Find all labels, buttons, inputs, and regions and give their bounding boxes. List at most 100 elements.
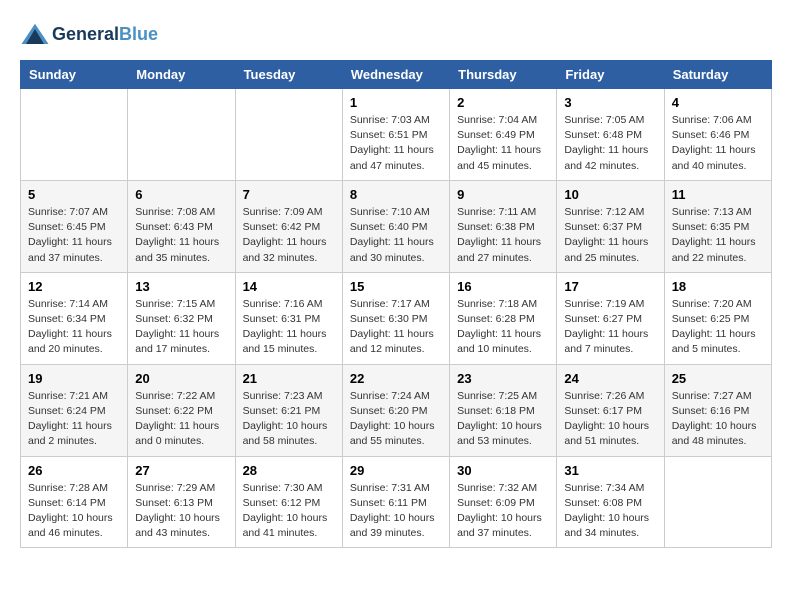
- weekday-header-saturday: Saturday: [664, 61, 771, 89]
- calendar-cell: 15 Sunrise: 7:17 AM Sunset: 6:30 PM Dayli…: [342, 272, 449, 364]
- day-info: Sunrise: 7:31 AM Sunset: 6:11 PM Dayligh…: [350, 481, 442, 542]
- calendar-cell: 14 Sunrise: 7:16 AM Sunset: 6:31 PM Dayli…: [235, 272, 342, 364]
- calendar-cell: 26Sunrise: 7:28 AM Sunset: 6:14 PM Dayli…: [21, 456, 128, 548]
- calendar-cell: [664, 456, 771, 548]
- day-info: Sunrise: 7:29 AM Sunset: 6:13 PM Dayligh…: [135, 481, 227, 542]
- day-number: 25: [672, 371, 764, 386]
- calendar-week-row: 5 Sunrise: 7:07 AM Sunset: 6:45 PM Daylig…: [21, 180, 772, 272]
- calendar-cell: 12 Sunrise: 7:14 AM Sunset: 6:34 PM Dayli…: [21, 272, 128, 364]
- calendar-cell: 21 Sunrise: 7:23 AM Sunset: 6:21 PM Dayli…: [235, 364, 342, 456]
- calendar-cell: 11 Sunrise: 7:13 AM Sunset: 6:35 PM Dayli…: [664, 180, 771, 272]
- calendar-cell: [21, 89, 128, 181]
- calendar-cell: 10 Sunrise: 7:12 AM Sunset: 6:37 PM Dayli…: [557, 180, 664, 272]
- day-number: 14: [243, 279, 335, 294]
- day-info: Sunrise: 7:23 AM Sunset: 6:21 PM Dayligh…: [243, 389, 335, 450]
- calendar-week-row: 26Sunrise: 7:28 AM Sunset: 6:14 PM Dayli…: [21, 456, 772, 548]
- calendar-cell: 2 Sunrise: 7:04 AM Sunset: 6:49 PM Daylig…: [450, 89, 557, 181]
- weekday-header-row: SundayMondayTuesdayWednesdayThursdayFrid…: [21, 61, 772, 89]
- calendar-cell: 9Sunrise: 7:11 AM Sunset: 6:38 PM Daylig…: [450, 180, 557, 272]
- day-number: 30: [457, 463, 549, 478]
- day-info: Sunrise: 7:16 AM Sunset: 6:31 PM Dayligh…: [243, 297, 335, 358]
- calendar-week-row: 1 Sunrise: 7:03 AM Sunset: 6:51 PM Daylig…: [21, 89, 772, 181]
- day-number: 27: [135, 463, 227, 478]
- calendar-week-row: 12 Sunrise: 7:14 AM Sunset: 6:34 PM Dayli…: [21, 272, 772, 364]
- day-number: 18: [672, 279, 764, 294]
- calendar-cell: 16 Sunrise: 7:18 AM Sunset: 6:28 PM Dayli…: [450, 272, 557, 364]
- day-info: Sunrise: 7:06 AM Sunset: 6:46 PM Dayligh…: [672, 113, 764, 174]
- day-number: 10: [564, 187, 656, 202]
- weekday-header-wednesday: Wednesday: [342, 61, 449, 89]
- day-number: 17: [564, 279, 656, 294]
- day-info: Sunrise: 7:34 AM Sunset: 6:08 PM Dayligh…: [564, 481, 656, 542]
- calendar-cell: 22Sunrise: 7:24 AM Sunset: 6:20 PM Dayli…: [342, 364, 449, 456]
- day-number: 20: [135, 371, 227, 386]
- day-info: Sunrise: 7:25 AM Sunset: 6:18 PM Dayligh…: [457, 389, 549, 450]
- calendar-cell: 3 Sunrise: 7:05 AM Sunset: 6:48 PM Daylig…: [557, 89, 664, 181]
- day-info: Sunrise: 7:10 AM Sunset: 6:40 PM Dayligh…: [350, 205, 442, 266]
- day-number: 28: [243, 463, 335, 478]
- day-number: 15: [350, 279, 442, 294]
- calendar-cell: 18Sunrise: 7:20 AM Sunset: 6:25 PM Dayli…: [664, 272, 771, 364]
- calendar-cell: 8 Sunrise: 7:10 AM Sunset: 6:40 PM Daylig…: [342, 180, 449, 272]
- weekday-header-sunday: Sunday: [21, 61, 128, 89]
- calendar-cell: [235, 89, 342, 181]
- day-number: 29: [350, 463, 442, 478]
- weekday-header-tuesday: Tuesday: [235, 61, 342, 89]
- day-info: Sunrise: 7:04 AM Sunset: 6:49 PM Dayligh…: [457, 113, 549, 174]
- day-info: Sunrise: 7:19 AM Sunset: 6:27 PM Dayligh…: [564, 297, 656, 358]
- day-number: 4: [672, 95, 764, 110]
- calendar-cell: 13 Sunrise: 7:15 AM Sunset: 6:32 PM Dayli…: [128, 272, 235, 364]
- calendar-cell: 27 Sunrise: 7:29 AM Sunset: 6:13 PM Dayli…: [128, 456, 235, 548]
- weekday-header-monday: Monday: [128, 61, 235, 89]
- calendar-cell: 20Sunrise: 7:22 AM Sunset: 6:22 PM Dayli…: [128, 364, 235, 456]
- day-info: Sunrise: 7:28 AM Sunset: 6:14 PM Dayligh…: [28, 481, 120, 542]
- page-header: GeneralBlue: [20, 20, 772, 50]
- calendar-table: SundayMondayTuesdayWednesdayThursdayFrid…: [20, 60, 772, 548]
- day-info: Sunrise: 7:12 AM Sunset: 6:37 PM Dayligh…: [564, 205, 656, 266]
- calendar-cell: 24Sunrise: 7:26 AM Sunset: 6:17 PM Dayli…: [557, 364, 664, 456]
- day-info: Sunrise: 7:03 AM Sunset: 6:51 PM Dayligh…: [350, 113, 442, 174]
- calendar-week-row: 19 Sunrise: 7:21 AM Sunset: 6:24 PM Dayli…: [21, 364, 772, 456]
- day-info: Sunrise: 7:21 AM Sunset: 6:24 PM Dayligh…: [28, 389, 120, 450]
- day-number: 12: [28, 279, 120, 294]
- day-info: Sunrise: 7:17 AM Sunset: 6:30 PM Dayligh…: [350, 297, 442, 358]
- day-info: Sunrise: 7:05 AM Sunset: 6:48 PM Dayligh…: [564, 113, 656, 174]
- calendar-cell: 4 Sunrise: 7:06 AM Sunset: 6:46 PM Daylig…: [664, 89, 771, 181]
- day-info: Sunrise: 7:18 AM Sunset: 6:28 PM Dayligh…: [457, 297, 549, 358]
- calendar-cell: 28 Sunrise: 7:30 AM Sunset: 6:12 PM Dayli…: [235, 456, 342, 548]
- calendar-cell: 23 Sunrise: 7:25 AM Sunset: 6:18 PM Dayli…: [450, 364, 557, 456]
- calendar-cell: 29 Sunrise: 7:31 AM Sunset: 6:11 PM Dayli…: [342, 456, 449, 548]
- day-number: 5: [28, 187, 120, 202]
- calendar-cell: 17 Sunrise: 7:19 AM Sunset: 6:27 PM Dayli…: [557, 272, 664, 364]
- day-number: 3: [564, 95, 656, 110]
- day-number: 19: [28, 371, 120, 386]
- day-number: 16: [457, 279, 549, 294]
- day-info: Sunrise: 7:15 AM Sunset: 6:32 PM Dayligh…: [135, 297, 227, 358]
- calendar-cell: [128, 89, 235, 181]
- day-number: 13: [135, 279, 227, 294]
- calendar-cell: 25 Sunrise: 7:27 AM Sunset: 6:16 PM Dayli…: [664, 364, 771, 456]
- day-info: Sunrise: 7:09 AM Sunset: 6:42 PM Dayligh…: [243, 205, 335, 266]
- day-number: 1: [350, 95, 442, 110]
- day-info: Sunrise: 7:07 AM Sunset: 6:45 PM Dayligh…: [28, 205, 120, 266]
- day-info: Sunrise: 7:14 AM Sunset: 6:34 PM Dayligh…: [28, 297, 120, 358]
- calendar-cell: 5 Sunrise: 7:07 AM Sunset: 6:45 PM Daylig…: [21, 180, 128, 272]
- weekday-header-thursday: Thursday: [450, 61, 557, 89]
- calendar-cell: 19 Sunrise: 7:21 AM Sunset: 6:24 PM Dayli…: [21, 364, 128, 456]
- calendar-cell: 6Sunrise: 7:08 AM Sunset: 6:43 PM Daylig…: [128, 180, 235, 272]
- calendar-cell: 7 Sunrise: 7:09 AM Sunset: 6:42 PM Daylig…: [235, 180, 342, 272]
- day-info: Sunrise: 7:13 AM Sunset: 6:35 PM Dayligh…: [672, 205, 764, 266]
- weekday-header-friday: Friday: [557, 61, 664, 89]
- day-info: Sunrise: 7:30 AM Sunset: 6:12 PM Dayligh…: [243, 481, 335, 542]
- day-number: 22: [350, 371, 442, 386]
- calendar-cell: 1 Sunrise: 7:03 AM Sunset: 6:51 PM Daylig…: [342, 89, 449, 181]
- day-number: 23: [457, 371, 549, 386]
- day-number: 7: [243, 187, 335, 202]
- day-number: 8: [350, 187, 442, 202]
- day-number: 2: [457, 95, 549, 110]
- day-number: 31: [564, 463, 656, 478]
- day-number: 9: [457, 187, 549, 202]
- day-info: Sunrise: 7:27 AM Sunset: 6:16 PM Dayligh…: [672, 389, 764, 450]
- day-number: 11: [672, 187, 764, 202]
- day-number: 21: [243, 371, 335, 386]
